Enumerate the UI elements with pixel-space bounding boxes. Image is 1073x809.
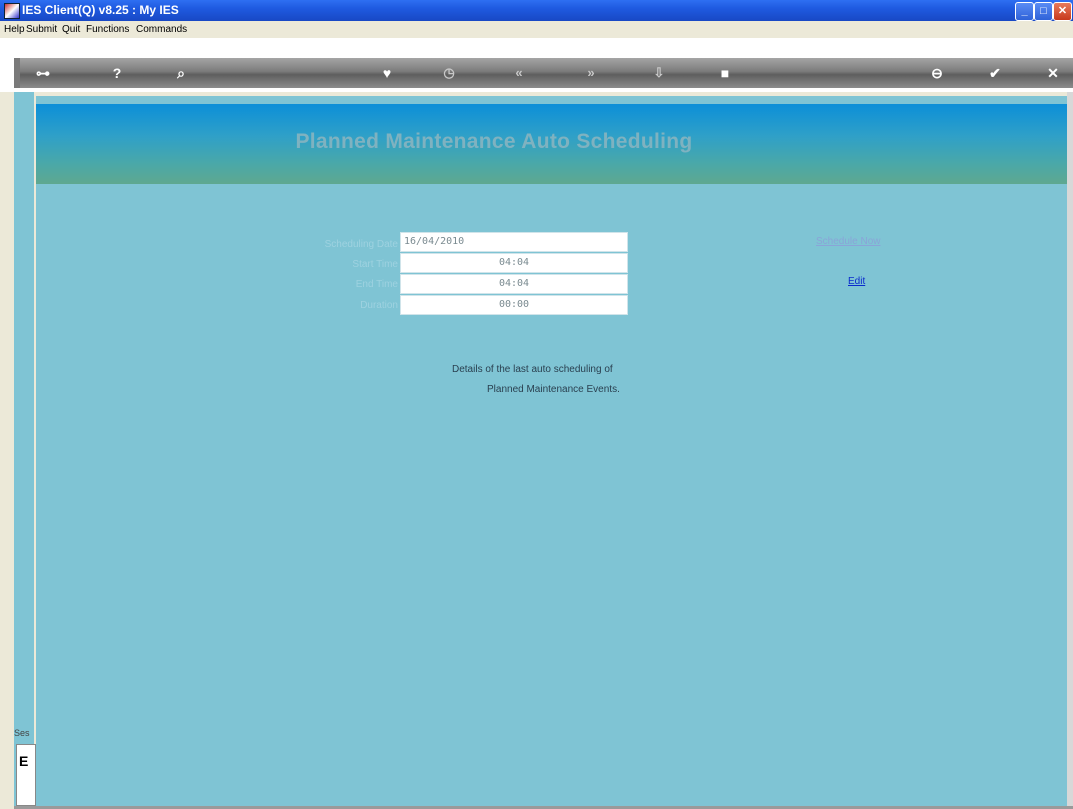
end-time-value: 04:04 (498, 278, 530, 289)
start-time-field[interactable]: 04:04 (400, 253, 628, 273)
scheduling-date-value: 16/04/2010 (404, 236, 465, 247)
close-icon[interactable]: ✕ (1044, 64, 1062, 82)
title-bar[interactable]: IES Client(Q) v8.25 : My IES _ □ ✕ (0, 0, 1073, 21)
ok-icon[interactable]: ✔ (986, 64, 1004, 82)
search-icon[interactable]: ⌕ (172, 64, 190, 82)
header-banner: Planned Maintenance Auto Scheduling (36, 104, 1073, 184)
duration-value: 00:00 (498, 299, 530, 310)
side-box-char: E (19, 753, 29, 769)
start-time-value: 04:04 (498, 257, 530, 268)
side-label: Ses (14, 728, 30, 738)
page-title: Planned Maintenance Auto Scheduling (295, 130, 693, 153)
duration-field[interactable]: 00:00 (400, 295, 628, 315)
main-panel: Planned Maintenance Auto Scheduling Sche… (36, 96, 1073, 809)
menu-submit[interactable]: Submit (26, 24, 57, 35)
end-time-label: End Time (355, 279, 398, 290)
previous-icon[interactable]: « (510, 64, 528, 82)
minimize-button[interactable]: _ (1015, 2, 1034, 21)
end-time-field[interactable]: 04:04 (400, 274, 628, 294)
left-strip (14, 92, 34, 809)
info-line-1: Details of the last auto scheduling of (452, 364, 613, 375)
menu-bar: Help Submit Quit Functions Commands (0, 21, 1073, 38)
menu-commands[interactable]: Commands (136, 24, 187, 35)
maximize-button[interactable]: □ (1034, 2, 1053, 21)
insert-icon[interactable]: ⇩ (650, 64, 668, 82)
start-time-label: Start Time (352, 259, 398, 270)
menu-functions[interactable]: Functions (86, 24, 129, 35)
clock-icon[interactable]: ◷ (440, 64, 458, 82)
help-icon[interactable]: ? (108, 64, 126, 82)
edit-link[interactable]: Edit (848, 276, 865, 287)
cancel-icon[interactable]: ⊖ (928, 64, 946, 82)
schedule-now-link[interactable]: Schedule Now (816, 236, 880, 247)
heart-icon[interactable]: ♥ (378, 64, 396, 82)
side-box[interactable]: E (16, 744, 36, 806)
key-icon[interactable]: ⊶ (34, 64, 52, 82)
scheduling-date-label: Scheduling Date (324, 239, 398, 250)
menu-quit[interactable]: Quit (62, 24, 80, 35)
menu-help[interactable]: Help (4, 24, 25, 35)
stop-icon[interactable]: ■ (716, 64, 734, 82)
duration-label: Duration (360, 300, 398, 311)
info-line-2: Planned Maintenance Events. (487, 384, 620, 395)
next-icon[interactable]: » (582, 64, 600, 82)
scheduling-date-field[interactable]: 16/04/2010 (400, 232, 628, 252)
close-button[interactable]: ✕ (1053, 2, 1072, 21)
app-icon (4, 3, 20, 19)
window-title: IES Client(Q) v8.25 : My IES (22, 3, 179, 17)
right-edge (1067, 92, 1073, 809)
